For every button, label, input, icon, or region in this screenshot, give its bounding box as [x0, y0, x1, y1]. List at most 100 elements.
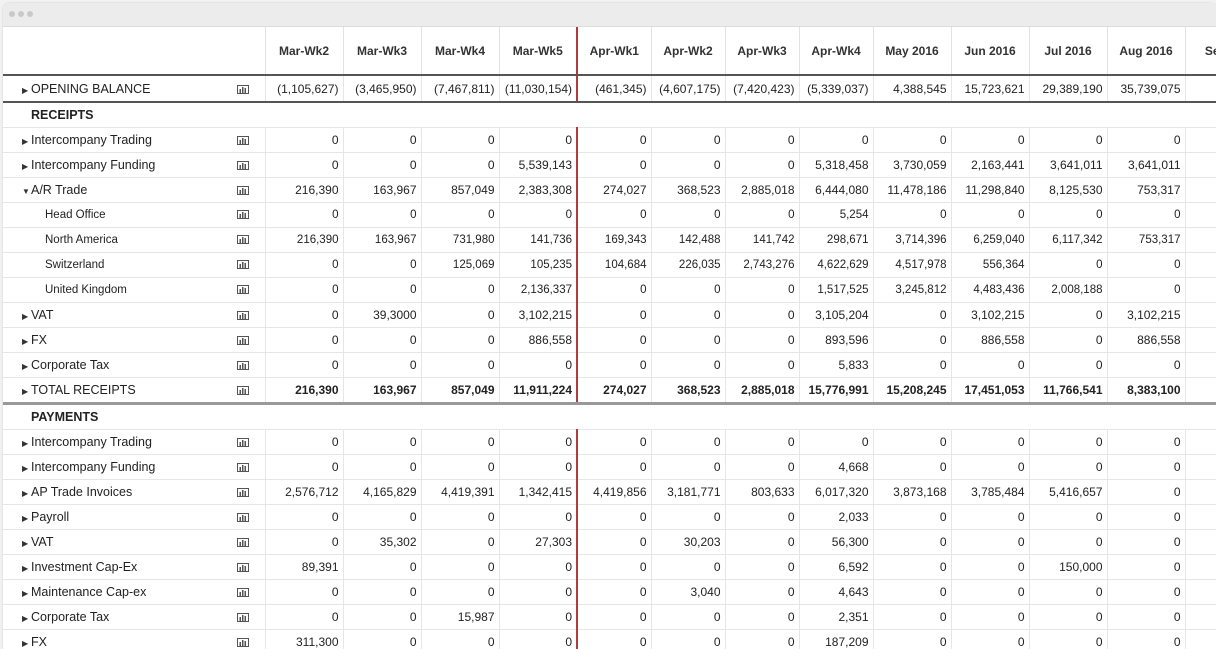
value-cell[interactable]: 0: [650, 454, 725, 480]
value-cell[interactable]: 0: [420, 554, 499, 580]
value-cell[interactable]: 0: [1106, 252, 1185, 278]
caret-right-icon[interactable]: ▶: [22, 387, 31, 396]
value-cell[interactable]: 0: [420, 454, 499, 480]
value-cell[interactable]: 0: [872, 529, 951, 555]
value-cell[interactable]: 5,539,143: [498, 152, 577, 178]
value-cell[interactable]: 311,300: [264, 629, 343, 649]
value-cell[interactable]: 0: [498, 629, 577, 649]
value-cell[interactable]: 44,122: [1184, 75, 1216, 103]
value-cell[interactable]: 4,643: [798, 579, 873, 605]
row-label[interactable]: ▶ Corporate Tax: [3, 604, 221, 630]
value-cell[interactable]: 11,298,840: [950, 177, 1029, 203]
value-cell[interactable]: 0: [420, 429, 499, 455]
value-cell[interactable]: 30,203: [650, 529, 725, 555]
value-cell[interactable]: 5,833: [798, 352, 873, 378]
value-cell[interactable]: 0: [342, 352, 421, 378]
row-label[interactable]: ▶ Intercompany Funding: [3, 152, 221, 178]
value-cell[interactable]: 163,967: [342, 227, 421, 253]
value-cell[interactable]: 2,885,018: [724, 377, 799, 405]
value-cell[interactable]: 0: [950, 529, 1029, 555]
row-label[interactable]: ▶ Maintenance Cap-ex: [3, 579, 221, 605]
value-cell[interactable]: 0: [576, 529, 651, 555]
value-cell[interactable]: 0: [950, 604, 1029, 630]
value-cell[interactable]: 187,209: [798, 629, 873, 649]
value-cell[interactable]: 2,576,712: [264, 479, 343, 505]
value-cell[interactable]: 3,102,215: [1106, 302, 1185, 328]
caret-right-icon[interactable]: ▶: [22, 137, 31, 146]
value-cell[interactable]: 0: [650, 152, 725, 178]
value-cell[interactable]: 0: [420, 327, 499, 353]
value-cell[interactable]: 0: [264, 277, 343, 303]
value-cell[interactable]: 0: [498, 127, 577, 153]
value-cell[interactable]: 0: [576, 579, 651, 605]
value-cell[interactable]: 8,383,100: [1106, 377, 1185, 405]
value-cell[interactable]: 0: [1106, 454, 1185, 480]
value-cell[interactable]: 2,743,276: [724, 252, 799, 278]
value-cell[interactable]: 3,873,168: [872, 479, 951, 505]
value-cell[interactable]: 5,318,458: [798, 152, 873, 178]
value-cell[interactable]: 0: [420, 302, 499, 328]
caret-right-icon[interactable]: ▶: [22, 464, 31, 473]
value-cell[interactable]: 274,027: [576, 377, 651, 405]
value-cell[interactable]: [1184, 429, 1216, 455]
value-cell[interactable]: 3,102,215: [498, 302, 577, 328]
value-cell[interactable]: 2,163,441: [950, 152, 1029, 178]
value-cell[interactable]: 0: [1106, 529, 1185, 555]
bar-chart-icon[interactable]: [221, 479, 265, 505]
row-label[interactable]: ▶ Investment Cap-Ex: [3, 554, 221, 580]
value-cell[interactable]: 0: [264, 352, 343, 378]
value-cell[interactable]: 0: [1106, 504, 1185, 530]
value-cell[interactable]: 4,517,978: [872, 252, 951, 278]
value-cell[interactable]: [1184, 504, 1216, 530]
value-cell[interactable]: 11,478,186: [872, 177, 951, 203]
value-cell[interactable]: 0: [576, 604, 651, 630]
value-cell[interactable]: 5,254: [798, 202, 873, 228]
value-cell[interactable]: 0: [724, 579, 799, 605]
value-cell[interactable]: 0: [724, 152, 799, 178]
value-cell[interactable]: 0: [1028, 252, 1107, 278]
value-cell[interactable]: 0: [1106, 202, 1185, 228]
bar-chart-icon[interactable]: [221, 227, 265, 253]
column-header[interactable]: Apr-Wk3: [724, 27, 799, 76]
value-cell[interactable]: 4,165,829: [342, 479, 421, 505]
value-cell[interactable]: 3,181,771: [650, 479, 725, 505]
value-cell[interactable]: 8,125,530: [1028, 177, 1107, 203]
value-cell[interactable]: 0: [650, 629, 725, 649]
value-cell[interactable]: 0: [872, 202, 951, 228]
value-cell[interactable]: 0: [342, 629, 421, 649]
value-cell[interactable]: 6,017,320: [798, 479, 873, 505]
value-cell[interactable]: 0: [576, 202, 651, 228]
value-cell[interactable]: 169,343: [576, 227, 651, 253]
value-cell[interactable]: [1184, 529, 1216, 555]
value-cell[interactable]: 0: [264, 454, 343, 480]
bar-chart-icon[interactable]: [221, 352, 265, 378]
value-cell[interactable]: 6,444,080: [798, 177, 873, 203]
value-cell[interactable]: 0: [1106, 352, 1185, 378]
value-cell[interactable]: [1184, 479, 1216, 505]
value-cell[interactable]: 3,105,204: [798, 302, 873, 328]
value-cell[interactable]: 0: [1028, 352, 1107, 378]
value-cell[interactable]: 0: [872, 127, 951, 153]
value-cell[interactable]: 886,558: [1106, 327, 1185, 353]
caret-right-icon[interactable]: ▶: [22, 589, 31, 598]
column-header[interactable]: Mar-Wk4: [420, 27, 499, 76]
value-cell[interactable]: 0: [420, 629, 499, 649]
column-header[interactable]: Mar-Wk2: [264, 27, 343, 76]
value-cell[interactable]: 105,235: [498, 252, 577, 278]
column-header[interactable]: Apr-Wk4: [798, 27, 873, 76]
value-cell[interactable]: 0: [650, 202, 725, 228]
value-cell[interactable]: 0: [576, 277, 651, 303]
value-cell[interactable]: 0: [798, 429, 873, 455]
window-control-dot[interactable]: [9, 11, 15, 17]
value-cell[interactable]: 0: [650, 277, 725, 303]
caret-right-icon[interactable]: ▶: [22, 162, 31, 171]
column-header[interactable]: Apr-Wk2: [650, 27, 725, 76]
value-cell[interactable]: [1184, 152, 1216, 178]
value-cell[interactable]: 0: [724, 554, 799, 580]
value-cell[interactable]: 0: [576, 127, 651, 153]
value-cell[interactable]: 125,069: [420, 252, 499, 278]
value-cell[interactable]: 893,596: [798, 327, 873, 353]
value-cell[interactable]: 0: [724, 127, 799, 153]
value-cell[interactable]: 368,523: [650, 177, 725, 203]
value-cell[interactable]: 0: [498, 579, 577, 605]
